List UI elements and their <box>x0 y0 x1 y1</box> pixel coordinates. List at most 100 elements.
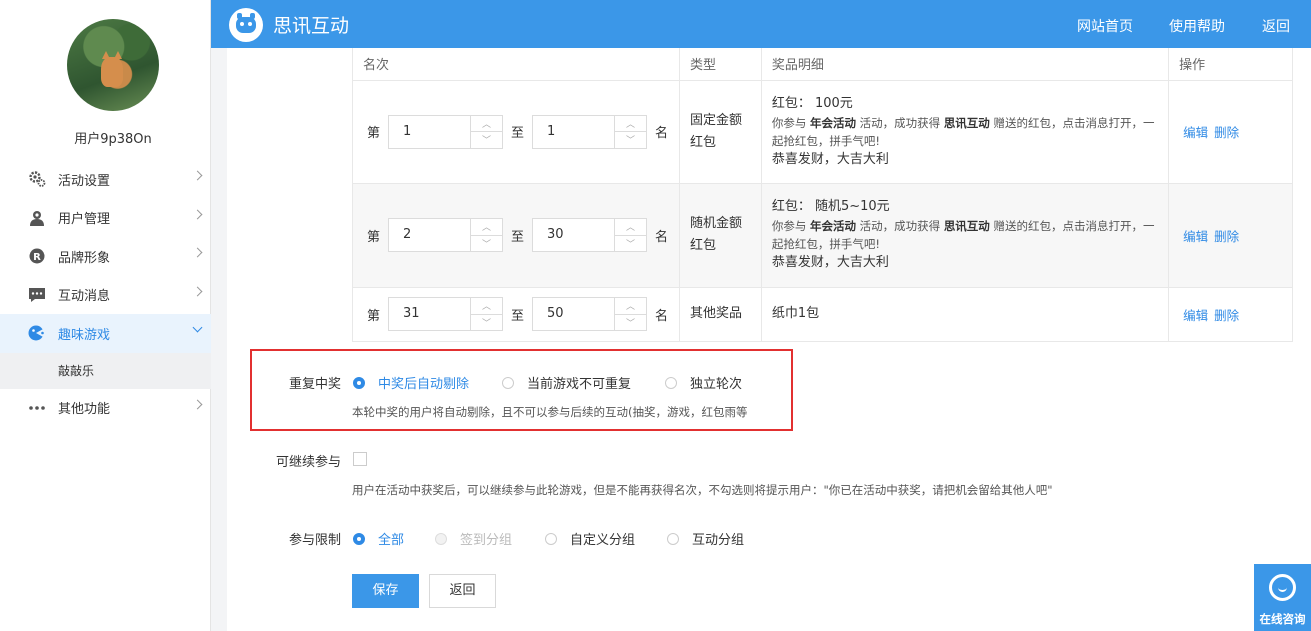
rank-cell: 第 2 ︿ ﹀ 至 30 ︿ ﹀ 名 <box>352 182 680 288</box>
decrement-icon[interactable]: ﹀ <box>615 315 646 331</box>
increment-icon[interactable]: ︿ <box>471 116 503 132</box>
rank-to-value[interactable]: 1 <box>533 116 614 148</box>
column-header-detail: 奖品明细 <box>760 48 1170 81</box>
edit-link[interactable]: 编辑 <box>1183 308 1208 323</box>
type-cell: 固定金额 红包 <box>678 79 762 184</box>
rank-to-value[interactable]: 50 <box>533 298 614 330</box>
detail-cell: 纸巾1包 <box>760 286 1170 342</box>
radio-dot <box>667 532 679 545</box>
ops-cell: 编辑 删除 <box>1168 182 1293 288</box>
type-line: 红包 <box>689 134 716 150</box>
detail-main: 红包： 100元 <box>771 95 853 111</box>
rank-from-value[interactable]: 2 <box>389 219 470 251</box>
ops-cell: 编辑 删除 <box>1168 79 1293 184</box>
online-consult-label: 在线咨询 <box>1259 612 1306 626</box>
home-link[interactable]: 网站首页 <box>1077 16 1133 36</box>
radio-no-repeat[interactable]: 当前游戏不可重复 <box>502 373 631 392</box>
radio-independent-round[interactable]: 独立轮次 <box>665 373 742 392</box>
rank-from-value[interactable]: 31 <box>389 298 470 330</box>
decrement-icon[interactable]: ﹀ <box>615 236 646 252</box>
sidebar-item-label: 互动消息 <box>58 289 111 305</box>
join-limit-label: 参与限制 <box>288 533 341 548</box>
table-row: 第 31 ︿ ﹀ 至 50 ︿ ﹀ 名 其他奖品 纸巾1包 编辑 删除 <box>352 286 1293 342</box>
rank-to-stepper[interactable]: 30 ︿ ﹀ <box>532 218 648 252</box>
radio-label: 全部 <box>378 533 405 548</box>
type-cell: 其他奖品 <box>678 286 762 342</box>
top-bar: 思讯互动 网站首页 使用帮助 返回 <box>211 0 1311 48</box>
decrement-icon[interactable]: ﹀ <box>471 315 502 331</box>
rank-prefix: 第 <box>367 126 381 141</box>
rank-cell: 第 1 ︿ ﹀ 至 1 ︿ ﹀ 名 <box>352 79 680 184</box>
back-link[interactable]: 返回 <box>1262 16 1290 36</box>
radio-dot <box>545 532 557 545</box>
type-line: 其他奖品 <box>689 306 742 321</box>
back-button[interactable]: 返回 <box>429 574 496 608</box>
sidebar-item-messages[interactable]: 互动消息 <box>0 276 211 315</box>
increment-icon[interactable]: ︿ <box>471 298 503 315</box>
rank-from-value[interactable]: 1 <box>389 116 470 148</box>
rank-mid: 至 <box>511 229 525 245</box>
chevron-right-icon <box>192 247 203 258</box>
online-consult-button[interactable]: 在线咨询 <box>1254 564 1311 631</box>
detail-desc: 你参与 年会活动 活动，成功获得 思讯互动 赠送的红包，点击消息打开，一 <box>771 219 1155 233</box>
sidebar-item-other-functions[interactable]: 其他功能 <box>0 389 211 428</box>
sidebar-item-label: 用户管理 <box>58 212 111 228</box>
radio-custom-group[interactable]: 自定义分组 <box>545 529 635 548</box>
edit-link[interactable]: 编辑 <box>1183 229 1208 244</box>
radio-interactive-group[interactable]: 互动分组 <box>667 529 744 548</box>
increment-icon[interactable]: ︿ <box>615 219 647 236</box>
radio-label: 独立轮次 <box>690 377 743 392</box>
type-line: 红包 <box>689 238 716 253</box>
detail-wish: 恭喜发财，大吉大利 <box>771 151 889 167</box>
detail-desc-line2: 起抢红包，拼手气吧! <box>771 133 880 148</box>
continue-join-hint: 用户在活动中获奖后，可以继续参与此轮游戏，但是不能再获得名次，不勾选则将提示用户… <box>352 483 1053 497</box>
sidebar-item-brand-image[interactable]: R 品牌形象 <box>0 237 211 276</box>
radio-all[interactable]: 全部 <box>353 529 404 548</box>
delete-link[interactable]: 删除 <box>1214 308 1239 323</box>
increment-icon[interactable]: ︿ <box>471 219 503 236</box>
detail-desc-line2: 起抢红包，拼手气吧! <box>771 237 880 251</box>
continue-join-checkbox[interactable] <box>353 452 367 466</box>
increment-icon[interactable]: ︿ <box>615 298 647 315</box>
main-content: 名次 类型 奖品明细 操作 第 1 ︿ ﹀ 至 1 ︿ ﹀ 名 固定金额 红包 … <box>227 48 1311 631</box>
decrement-icon[interactable]: ﹀ <box>471 132 502 148</box>
delete-link[interactable]: 删除 <box>1214 229 1239 244</box>
radio-signin-group[interactable]: 签到分组 <box>435 529 512 548</box>
sidebar-item-user-management[interactable]: 用户管理 <box>0 199 211 238</box>
chevron-right-icon <box>192 286 203 296</box>
rank-to-stepper[interactable]: 50 ︿ ﹀ <box>532 297 648 331</box>
sidebar-subitem-knock[interactable]: 敲敲乐 <box>0 352 211 389</box>
sidebar-item-activity-settings[interactable]: 活动设置 <box>0 160 211 199</box>
rank-to-stepper[interactable]: 1 ︿ ﹀ <box>532 114 648 149</box>
sidebar-item-fun-games[interactable]: 趣味游戏 <box>0 314 211 353</box>
radio-label: 签到分组 <box>460 533 513 548</box>
table-row: 第 2 ︿ ﹀ 至 30 ︿ ﹀ 名 随机金额 红包 红包： 随机5~10元 你… <box>352 182 1293 288</box>
decrement-icon[interactable]: ﹀ <box>615 132 646 148</box>
sidebar-item-label: 品牌形象 <box>58 250 111 266</box>
increment-icon[interactable]: ︿ <box>615 116 647 132</box>
rank-from-stepper[interactable]: 1 ︿ ﹀ <box>388 114 504 149</box>
rank-suffix: 名 <box>655 126 669 141</box>
radio-dot <box>502 376 514 389</box>
rank-from-stepper[interactable]: 31 ︿ ﹀ <box>388 297 504 331</box>
radio-label: 中奖后自动剔除 <box>378 377 470 392</box>
decrement-icon[interactable]: ﹀ <box>471 236 502 252</box>
avatar[interactable] <box>67 19 159 111</box>
radio-auto-remove[interactable]: 中奖后自动剔除 <box>353 373 469 392</box>
delete-link[interactable]: 删除 <box>1214 125 1239 140</box>
edit-link[interactable]: 编辑 <box>1183 125 1208 140</box>
app-title: 思讯互动 <box>273 15 350 37</box>
chat-icon <box>1269 574 1296 601</box>
rank-suffix: 名 <box>655 308 669 324</box>
rank-from-stepper[interactable]: 2 ︿ ﹀ <box>388 218 504 252</box>
detail-cell: 红包： 随机5~10元 你参与 年会活动 活动，成功获得 思讯互动 赠送的红包，… <box>760 182 1170 288</box>
username: 用户9p38On <box>74 132 152 147</box>
radio-dot <box>353 376 365 389</box>
radio-label: 互动分组 <box>692 533 745 548</box>
save-button[interactable]: 保存 <box>352 574 419 608</box>
help-link[interactable]: 使用帮助 <box>1169 16 1225 36</box>
sidebar-item-label: 其他功能 <box>58 402 111 418</box>
registered-icon: R <box>28 247 46 265</box>
rank-to-value[interactable]: 30 <box>533 219 614 251</box>
type-line: 固定金额 <box>689 112 742 128</box>
